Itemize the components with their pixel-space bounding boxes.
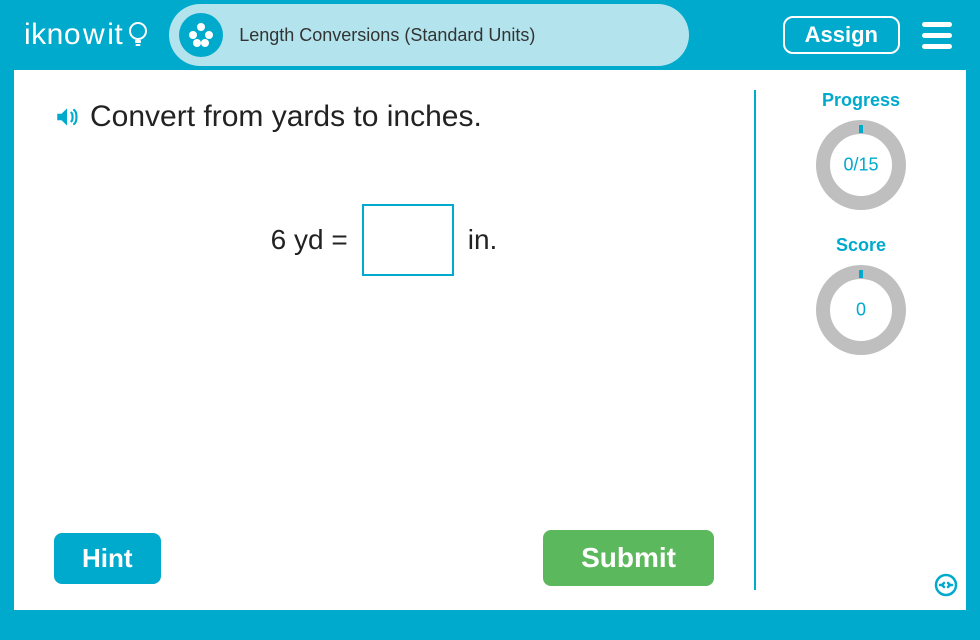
equation: 6 yd = in. <box>54 204 714 276</box>
expand-icon[interactable] <box>934 573 958 602</box>
lesson-title: Length Conversions (Standard Units) <box>239 25 535 46</box>
equation-left: 6 yd = <box>271 224 348 256</box>
answer-input[interactable] <box>362 204 454 276</box>
main-panel: Convert from yards to inches. 6 yd = in.… <box>14 70 754 610</box>
speaker-icon[interactable] <box>54 104 80 130</box>
side-panel: Progress 0/15 Score 0 <box>756 70 966 610</box>
content-area: Convert from yards to inches. 6 yd = in.… <box>14 70 966 610</box>
question-text: Convert from yards to inches. <box>90 100 482 134</box>
score-block: Score 0 <box>811 235 911 360</box>
menu-icon[interactable] <box>918 18 956 53</box>
submit-button[interactable]: Submit <box>543 530 714 586</box>
lesson-level-icon <box>179 13 223 57</box>
logo[interactable]: ikno w it <box>24 18 149 52</box>
logo-text-1: ikno <box>24 18 81 52</box>
app-frame: ikno w it Length Co <box>0 0 980 640</box>
progress-value: 0/15 <box>843 155 878 176</box>
progress-ring: 0/15 <box>811 115 911 215</box>
progress-block: Progress 0/15 <box>811 90 911 215</box>
hint-button[interactable]: Hint <box>54 533 161 584</box>
progress-label: Progress <box>822 90 900 111</box>
equation-right: in. <box>468 224 498 256</box>
logo-w-icon: w <box>83 18 105 52</box>
score-ring: 0 <box>811 260 911 360</box>
logo-text-2: it <box>107 18 123 52</box>
lesson-pill: Length Conversions (Standard Units) <box>169 4 689 66</box>
assign-button[interactable]: Assign <box>783 16 900 54</box>
score-label: Score <box>836 235 886 256</box>
score-value: 0 <box>856 300 866 321</box>
lightbulb-icon <box>127 20 149 50</box>
header-right: Assign <box>783 16 956 54</box>
header: ikno w it Length Co <box>0 0 980 70</box>
bottom-row: Hint Submit <box>54 530 714 586</box>
question-row: Convert from yards to inches. <box>54 100 714 134</box>
